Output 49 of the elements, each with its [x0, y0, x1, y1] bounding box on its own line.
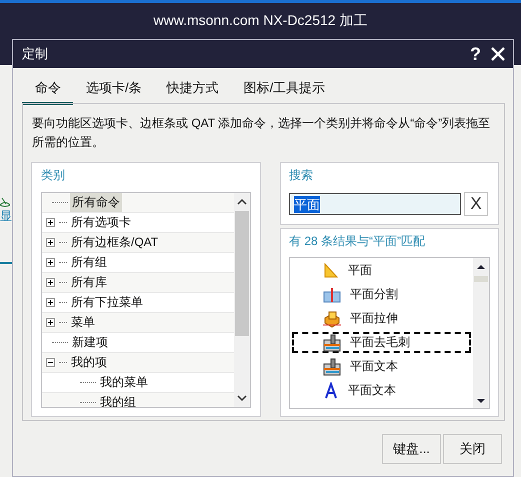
letter-a-icon	[322, 382, 340, 400]
result-item[interactable]: 平面文本	[292, 356, 471, 377]
tree-item[interactable]: 我的菜单	[98, 373, 150, 392]
search-label: 搜索	[289, 167, 314, 184]
collapse-icon[interactable]	[46, 358, 55, 367]
expand-icon[interactable]	[46, 298, 55, 307]
eye-icon[interactable]	[0, 196, 10, 208]
clear-button[interactable]: X	[464, 192, 488, 216]
tab[interactable]: 命令	[22, 72, 73, 105]
result-item[interactable]: 平面拉伸	[292, 308, 471, 329]
tree-item[interactable]: 菜单	[69, 313, 97, 332]
search-field[interactable]: 平面	[289, 193, 461, 215]
tree-item[interactable]: 所有组	[69, 253, 109, 272]
scrollbar[interactable]	[473, 258, 489, 408]
expand-icon[interactable]	[46, 218, 55, 227]
dialog-button[interactable]: 键盘...	[382, 434, 441, 464]
expand-icon[interactable]	[46, 318, 55, 327]
help-button[interactable]: ?	[470, 44, 481, 64]
instruction-text: 要向功能区选项卡、边框条或 QAT 添加命令，选择一个类别并将命令从“命令”列表拖至所需的位置。	[32, 115, 492, 151]
tree-item[interactable]: 所有库	[69, 273, 109, 292]
tree-item[interactable]: 新建项	[70, 333, 110, 352]
tree-item[interactable]: 所有下拉菜单	[69, 293, 145, 312]
result-item[interactable]: 平面分割	[292, 284, 471, 305]
extrude-icon	[322, 310, 342, 328]
dialog-button[interactable]: 关闭	[443, 434, 502, 464]
scrollbar-thumb[interactable]	[474, 276, 488, 282]
result-item[interactable]: 平面文本	[292, 380, 471, 401]
category-label: 类别	[41, 167, 66, 184]
results-summary: 有 28 条结果与“平面”匹配	[289, 233, 426, 250]
tab[interactable]: 快捷方式	[154, 72, 231, 105]
triangle-icon	[322, 262, 340, 280]
expand-icon[interactable]	[46, 258, 55, 267]
tree-item[interactable]: 所有选项卡	[69, 213, 133, 232]
scrollbar[interactable]	[234, 193, 250, 407]
result-item[interactable]: 平面去毛刺	[292, 332, 471, 353]
tree-item[interactable]: 所有命令	[70, 193, 122, 212]
expand-icon[interactable]	[46, 278, 55, 287]
box-split-icon	[322, 286, 342, 304]
milling-icon	[322, 334, 342, 352]
tree-item[interactable]: 我的项	[69, 353, 109, 372]
dialog-title: 定制	[22, 45, 49, 63]
close-icon[interactable]	[491, 47, 505, 61]
milling-icon	[322, 358, 342, 376]
toolbar-label[interactable]: 显	[0, 208, 12, 225]
result-item[interactable]: 平面	[292, 260, 471, 281]
tab[interactable]: 选项卡/条	[73, 72, 154, 105]
app-title: www.msonn.com NX-Dc2512 加工	[154, 12, 368, 30]
tab[interactable]: 图标/工具提示	[230, 72, 338, 105]
expand-icon[interactable]	[46, 238, 55, 247]
